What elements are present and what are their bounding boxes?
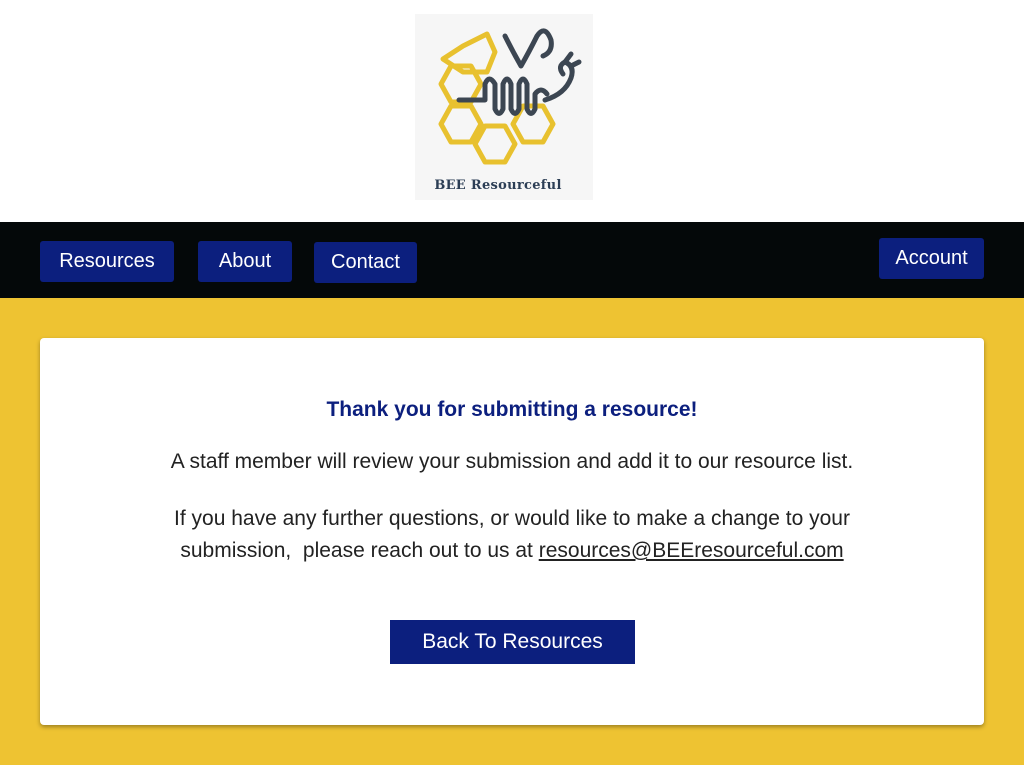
review-message: A staff member will review your submissi… [170,450,854,473]
contact-email-link[interactable]: resources@BEEresourceful.com [539,539,844,562]
site-header: BEE Resourceful [0,0,1024,222]
bee-resourceful-logo[interactable]: BEE Resourceful [415,14,593,200]
questions-message-prefix: submission, please reach out to us at [180,539,539,562]
main-navbar: Resources About Contact Account [0,222,1024,298]
honeycomb-bee-icon [438,28,582,165]
logo-wordmark: BEE Resourceful [434,178,562,193]
questions-message-line-2: submission, please reach out to us at re… [40,539,984,563]
questions-message-line-1: If you have any further questions, or wo… [174,507,850,530]
confirmation-title: Thank you for submitting a resource! [326,398,698,421]
confirmation-card: Thank you for submitting a resource! A s… [40,338,984,725]
account-button[interactable]: Account [879,238,984,279]
back-to-resources-button[interactable]: Back To Resources [390,620,635,664]
nav-contact-button[interactable]: Contact [314,242,417,283]
nav-about-button[interactable]: About [198,241,292,282]
nav-resources-button[interactable]: Resources [40,241,174,282]
